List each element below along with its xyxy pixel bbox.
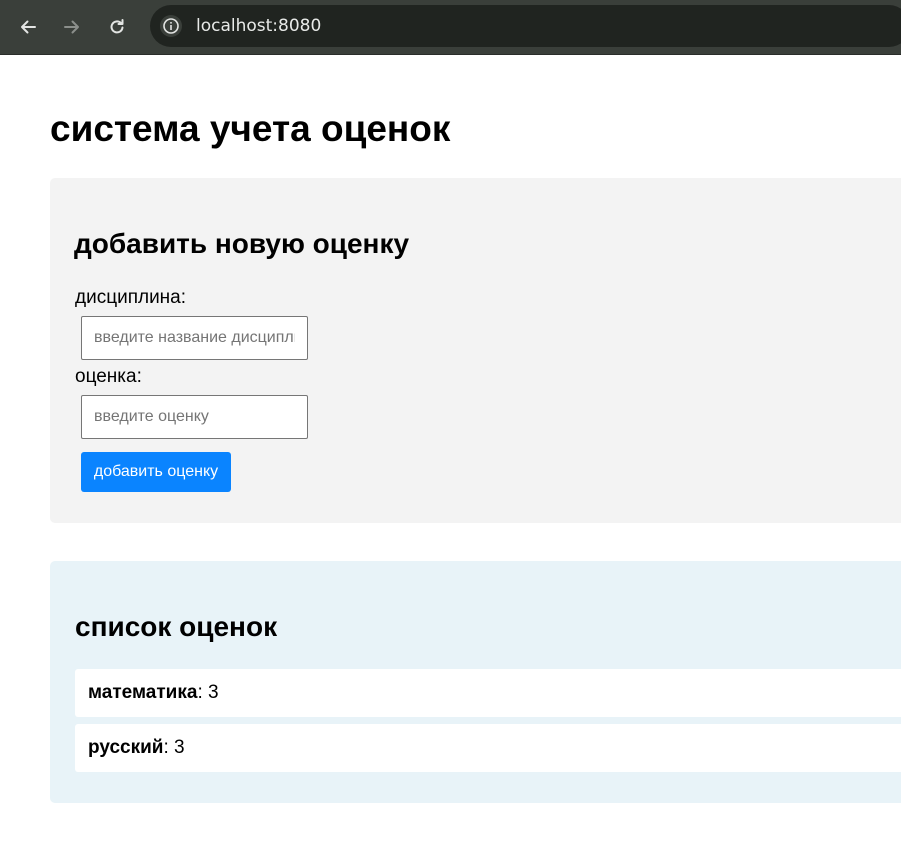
- address-bar[interactable]: localhost:8080: [150, 5, 901, 47]
- grade-value: 3: [174, 737, 185, 758]
- url-text[interactable]: localhost:8080: [196, 16, 321, 36]
- reload-icon: [110, 19, 124, 34]
- grade-input[interactable]: [81, 395, 308, 439]
- grade-subject: математика: [88, 682, 198, 703]
- browser-toolbar: localhost:8080: [0, 0, 901, 55]
- forward-button[interactable]: [57, 12, 87, 42]
- discipline-label: дисциплина:: [75, 287, 187, 308]
- grade-subject: русский: [88, 737, 164, 758]
- back-button[interactable]: [13, 12, 43, 42]
- reload-button[interactable]: [102, 12, 132, 42]
- list-item: русский: 3: [75, 724, 901, 772]
- grade-separator: :: [197, 682, 203, 703]
- grade-value: 3: [208, 682, 219, 703]
- add-grade-heading: добавить новую оценку: [74, 228, 410, 259]
- page-title: система учета оценок: [50, 108, 451, 149]
- discipline-input[interactable]: [81, 316, 308, 360]
- grade-separator: :: [163, 737, 169, 758]
- list-item: математика: 3: [75, 669, 901, 717]
- site-info-icon[interactable]: [160, 15, 182, 37]
- add-grade-panel: добавить новую оценку дисциплина: оценка…: [50, 178, 901, 523]
- grades-list-heading: список оценок: [75, 611, 278, 642]
- arrow-left-icon: [21, 20, 36, 34]
- grade-label: оценка:: [75, 366, 142, 387]
- arrow-right-icon: [64, 20, 79, 34]
- add-grade-button[interactable]: добавить оценку: [81, 452, 231, 492]
- grades-list-panel: список оценок математика: 3 русский: 3: [50, 561, 901, 803]
